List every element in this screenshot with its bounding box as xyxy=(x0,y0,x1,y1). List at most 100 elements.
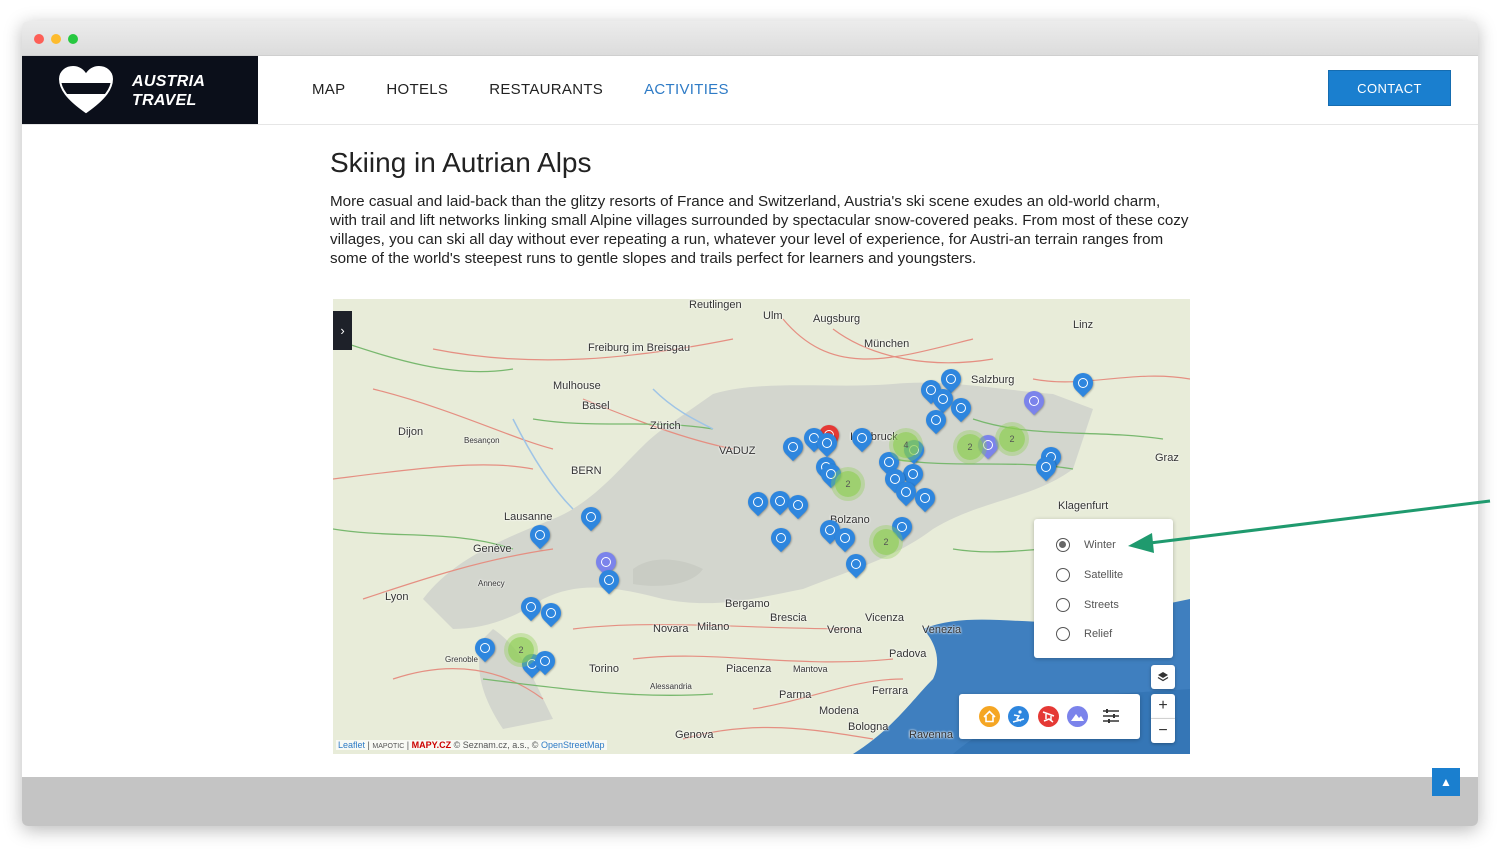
map-label: Lyon xyxy=(385,591,409,603)
marker-icon xyxy=(854,430,870,446)
maximize-window-button[interactable] xyxy=(68,34,78,44)
layer-satellite-label: Satellite xyxy=(1084,569,1124,581)
layer-winter-radio[interactable] xyxy=(1056,538,1070,552)
attribution-mapy: MAPY.CZ xyxy=(411,740,452,750)
category-restaurants-button[interactable] xyxy=(1038,706,1059,727)
layer-winter-label: Winter xyxy=(1084,539,1116,551)
map-label: Reutlingen xyxy=(689,299,742,311)
layer-option-relief[interactable]: Relief xyxy=(1056,625,1112,643)
map-layer-switcher: Winter Satellite Streets Relief xyxy=(1034,519,1173,658)
map-label: Alessandria xyxy=(650,682,692,691)
map-label: Venezia xyxy=(922,624,962,636)
map-label: Ferrara xyxy=(872,685,909,697)
map-label: Torino xyxy=(589,663,619,675)
category-skiing-button[interactable] xyxy=(1008,706,1029,727)
marker-icon xyxy=(1026,393,1042,409)
map-label: Augsburg xyxy=(813,313,861,325)
map-label: Milano xyxy=(697,621,730,633)
map-label: Grenoble xyxy=(445,655,478,664)
site-logo[interactable]: AUSTRIA TRAVEL xyxy=(22,56,258,124)
close-window-button[interactable] xyxy=(34,34,44,44)
map-label: BERN xyxy=(571,465,602,477)
map-cluster-marker[interactable]: 2 xyxy=(835,471,861,497)
marker-icon xyxy=(980,437,996,453)
attribution-leaflet-link[interactable]: Leaflet xyxy=(338,740,365,750)
mountain-icon xyxy=(1071,714,1084,721)
layer-relief-label: Relief xyxy=(1084,628,1113,640)
map-label: Verona xyxy=(827,624,862,636)
minimize-window-button[interactable] xyxy=(51,34,61,44)
layer-option-streets[interactable]: Streets xyxy=(1056,596,1119,614)
layers-icon xyxy=(1157,672,1169,682)
home-icon xyxy=(983,710,996,723)
site-header: AUSTRIA TRAVEL MAP HOTELS RESTAURANTS AC… xyxy=(22,56,1478,125)
ski-map[interactable]: Reutlingen Ulm Augsburg München Linz Fre… xyxy=(333,299,1190,754)
layer-option-winter[interactable]: Winter xyxy=(1056,536,1116,554)
map-label: Piacenza xyxy=(726,663,772,675)
category-mountains-button[interactable] xyxy=(1067,706,1088,727)
map-cluster-marker[interactable]: 2 xyxy=(999,426,1025,452)
marker-icon xyxy=(898,484,914,500)
marker-icon xyxy=(917,490,933,506)
page-title: Skiing in Autrian Alps xyxy=(330,147,592,178)
browser-window: AUSTRIA TRAVEL MAP HOTELS RESTAURANTS AC… xyxy=(22,21,1478,826)
marker-icon xyxy=(750,494,766,510)
zoom-in-button[interactable]: + xyxy=(1151,694,1175,719)
map-label: Genova xyxy=(675,729,714,741)
article-body: More casual and laid-back than the glitz… xyxy=(330,193,1189,267)
attribution-seznam: © Seznam.cz, a.s., © xyxy=(453,740,539,750)
nav-item-activities[interactable]: ACTIVITIES xyxy=(644,81,729,98)
layer-option-satellite[interactable]: Satellite xyxy=(1056,566,1123,584)
map-label: Brescia xyxy=(770,612,807,624)
marker-icon xyxy=(894,519,910,535)
filter-settings-button[interactable] xyxy=(1102,708,1120,729)
window-titlebar xyxy=(22,21,1478,56)
marker-icon xyxy=(543,605,559,621)
scroll-to-top-button[interactable]: ▲ xyxy=(1432,768,1460,796)
layer-streets-radio[interactable] xyxy=(1056,598,1070,612)
attribution-osm-link[interactable]: OpenStreetMap xyxy=(541,740,605,750)
layer-relief-radio[interactable] xyxy=(1056,627,1070,641)
map-cluster-marker[interactable]: 2 xyxy=(873,529,899,555)
map-cluster-marker[interactable]: 4 xyxy=(893,432,919,458)
marker-icon xyxy=(881,454,897,470)
map-cluster-marker[interactable]: 2 xyxy=(957,434,983,460)
category-hotels-button[interactable] xyxy=(979,706,1000,727)
layer-satellite-radio[interactable] xyxy=(1056,568,1070,582)
zoom-out-button[interactable]: − xyxy=(1151,719,1175,743)
map-label: Lausanne xyxy=(504,511,553,523)
map-label: Linz xyxy=(1073,319,1094,331)
map-label: Zürich xyxy=(650,420,681,432)
marker-icon xyxy=(772,493,788,509)
contact-button[interactable]: CONTACT xyxy=(1328,70,1451,106)
map-label: Dijon xyxy=(398,426,424,438)
map-sidebar-toggle[interactable]: › xyxy=(333,311,352,350)
nav-item-restaurants[interactable]: RESTAURANTS xyxy=(489,81,603,98)
nav-item-map[interactable]: MAP xyxy=(312,81,345,98)
map-label: Ravenna xyxy=(909,729,954,741)
marker-icon xyxy=(790,497,806,513)
attribution-mapotic: MAPOTIC xyxy=(372,743,405,750)
map-cluster-marker[interactable]: 2 xyxy=(508,637,534,663)
brand-name: AUSTRIA TRAVEL xyxy=(132,72,205,110)
map-label: Annecy xyxy=(478,579,505,588)
marker-icon xyxy=(532,527,548,543)
map-label: Bologna xyxy=(848,721,889,733)
map-label: Padova xyxy=(889,648,927,660)
page-footer xyxy=(22,777,1478,826)
map-label: Mantova xyxy=(793,664,828,674)
marker-icon xyxy=(943,371,959,387)
nav-item-hotels[interactable]: HOTELS xyxy=(386,81,448,98)
map-label: Genève xyxy=(473,543,512,555)
map-label: Besançon xyxy=(464,436,500,445)
map-label: Vicenza xyxy=(865,612,904,624)
marker-icon xyxy=(953,400,969,416)
map-label: Parma xyxy=(779,689,812,701)
layers-toggle-button[interactable] xyxy=(1151,665,1175,689)
map-label: Modena xyxy=(819,705,859,717)
marker-icon xyxy=(1075,375,1091,391)
map-attribution: Leaflet | MAPOTIC | MAPY.CZ © Seznam.cz,… xyxy=(336,740,607,750)
category-filter-bar xyxy=(959,694,1140,739)
marker-icon xyxy=(819,435,835,451)
map-label: Klagenfurt xyxy=(1058,500,1109,512)
